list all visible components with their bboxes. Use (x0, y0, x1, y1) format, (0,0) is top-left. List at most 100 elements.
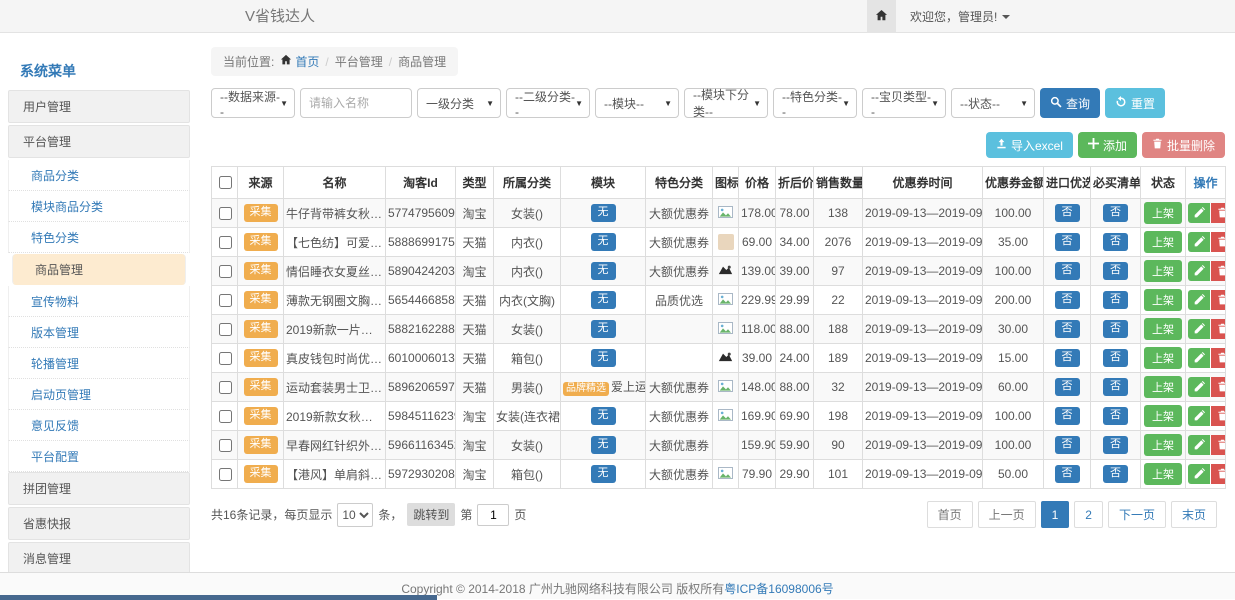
user-menu[interactable]: 欢迎您，管理员! (910, 8, 1010, 25)
status-button[interactable]: 上架 (1144, 289, 1182, 311)
delete-button[interactable] (1211, 464, 1226, 484)
edit-button[interactable] (1188, 290, 1210, 310)
sales-count: 188 (814, 315, 863, 344)
row-checkbox[interactable] (219, 323, 232, 336)
delete-button[interactable] (1211, 377, 1226, 397)
sidebar-item-7[interactable]: 版本管理 (8, 317, 190, 348)
sidebar-item-3[interactable]: 模块商品分类 (8, 191, 190, 222)
status-button[interactable]: 上架 (1144, 405, 1182, 427)
row-checkbox[interactable] (219, 294, 232, 307)
edit-button[interactable] (1188, 464, 1210, 484)
filter-input-name-search[interactable] (300, 88, 412, 118)
sidebar-item-8[interactable]: 轮播管理 (8, 348, 190, 379)
product-type: 淘宝 (456, 431, 494, 460)
status-button[interactable]: 上架 (1144, 376, 1182, 398)
status-button[interactable]: 上架 (1144, 347, 1182, 369)
product-category: 箱包() (494, 344, 561, 373)
sidebar-item-4[interactable]: 特色分类 (8, 222, 190, 253)
edit-button[interactable] (1188, 261, 1210, 281)
filter-select-data-source[interactable]: --数据来源--▼ (211, 88, 295, 118)
sidebar-item-6[interactable]: 宣传物料 (8, 286, 190, 317)
delete-button[interactable] (1211, 290, 1226, 310)
home-button[interactable] (867, 0, 896, 33)
row-checkbox[interactable] (219, 265, 232, 278)
row-checkbox[interactable] (219, 439, 232, 452)
delete-button[interactable] (1211, 319, 1226, 339)
filter-select-item-type[interactable]: --宝贝类型--▼ (862, 88, 946, 118)
search-button[interactable]: 查询 (1040, 88, 1100, 118)
module-badge: 无 (591, 262, 616, 280)
status-button[interactable]: 上架 (1144, 231, 1182, 253)
row-checkbox[interactable] (219, 352, 232, 365)
batch-delete-button[interactable]: 批量删除 (1142, 132, 1225, 158)
sidebar-item-12[interactable]: 拼团管理 (8, 472, 190, 505)
sidebar-item-1[interactable]: 平台管理 (8, 125, 190, 158)
edit-button[interactable] (1188, 435, 1210, 455)
per-page-select[interactable]: 10 (337, 503, 373, 527)
sidebar-item-13[interactable]: 省惠快报 (8, 507, 190, 540)
price: 39.00 (739, 344, 776, 373)
icon-cell (713, 199, 739, 228)
sidebar-item-14[interactable]: 消息管理 (8, 542, 190, 572)
page-button-上一页[interactable]: 上一页 (978, 501, 1036, 528)
page-number-input[interactable] (477, 504, 509, 526)
delete-button[interactable] (1211, 406, 1226, 426)
td-el: 否 (1044, 373, 1091, 402)
filter-select-status[interactable]: --状态--▼ (951, 88, 1035, 118)
row-checkbox[interactable] (219, 207, 232, 220)
sidebar-item-2[interactable]: 商品分类 (8, 160, 190, 191)
status-button[interactable]: 上架 (1144, 202, 1182, 224)
reset-button[interactable]: 重置 (1105, 88, 1165, 118)
filter-select-module-subcategory[interactable]: --模块下分类--▼ (684, 88, 768, 118)
page-button-1[interactable]: 1 (1041, 501, 1070, 528)
page-button-2[interactable]: 2 (1074, 501, 1103, 528)
filter-select-module[interactable]: --模块--▼ (595, 88, 679, 118)
delete-button[interactable] (1211, 261, 1226, 281)
sidebar-item-5[interactable]: 商品管理 (12, 254, 186, 285)
search-icon (1050, 96, 1062, 111)
edit-icon (1194, 206, 1205, 221)
filter-select-special-category[interactable]: --特色分类--▼ (773, 88, 857, 118)
delete-button[interactable] (1211, 348, 1226, 368)
sidebar-item-9[interactable]: 启动页管理 (8, 379, 190, 410)
edit-icon (1194, 322, 1205, 337)
coupon-amount: 100.00 (983, 199, 1044, 228)
page-button-末页[interactable]: 末页 (1171, 501, 1217, 528)
sidebar-item-10[interactable]: 意见反馈 (8, 410, 190, 441)
status-button[interactable]: 上架 (1144, 260, 1182, 282)
edit-button[interactable] (1188, 348, 1210, 368)
discount-price: 88.00 (776, 373, 814, 402)
status-button[interactable]: 上架 (1144, 463, 1182, 485)
status-button[interactable]: 上架 (1144, 434, 1182, 456)
row-checkbox[interactable] (219, 410, 232, 423)
td-el (212, 315, 238, 344)
select-all-checkbox[interactable] (219, 176, 232, 189)
edit-button[interactable] (1188, 406, 1210, 426)
delete-button[interactable] (1211, 232, 1226, 252)
add-button[interactable]: 添加 (1078, 132, 1137, 158)
batch-delete-label: 批量删除 (1167, 137, 1215, 154)
edit-button[interactable] (1188, 203, 1210, 223)
filter-select-level1-category[interactable]: 一级分类▼ (417, 88, 501, 118)
jump-button[interactable]: 跳转到 (407, 503, 455, 526)
delete-button[interactable] (1211, 435, 1226, 455)
page-button-下一页[interactable]: 下一页 (1108, 501, 1166, 528)
breadcrumb-home-link[interactable]: 首页 (280, 53, 319, 70)
delete-button[interactable] (1211, 203, 1226, 223)
sidebar-item-0[interactable]: 用户管理 (8, 90, 190, 123)
edit-icon (1194, 235, 1205, 250)
icp-link[interactable]: 粤ICP备16098006号 (724, 582, 833, 596)
import-excel-button[interactable]: 导入excel (986, 132, 1073, 158)
product-type: 天猫 (456, 228, 494, 257)
edit-button[interactable] (1188, 319, 1210, 339)
edit-button[interactable] (1188, 232, 1210, 252)
edit-button[interactable] (1188, 377, 1210, 397)
filter-select-value: --特色分类-- (782, 88, 842, 119)
row-checkbox[interactable] (219, 381, 232, 394)
page-button-首页[interactable]: 首页 (927, 501, 973, 528)
row-checkbox[interactable] (219, 236, 232, 249)
filter-select-level2-category[interactable]: --二级分类--▼ (506, 88, 590, 118)
sidebar-item-11[interactable]: 平台配置 (8, 441, 190, 472)
status-button[interactable]: 上架 (1144, 318, 1182, 340)
row-checkbox[interactable] (219, 468, 232, 481)
